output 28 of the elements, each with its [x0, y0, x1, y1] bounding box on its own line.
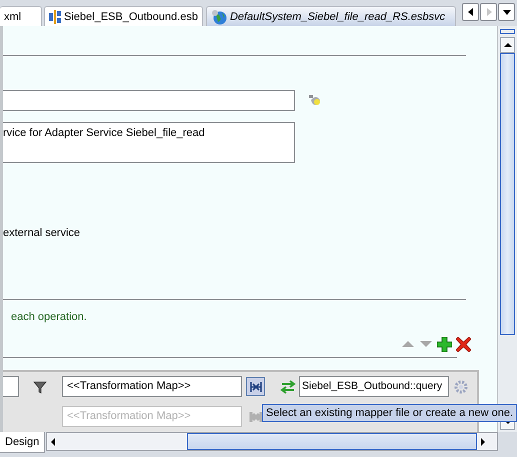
dropdown-button[interactable]	[498, 2, 515, 20]
scroll-thumb[interactable]	[500, 53, 515, 335]
editor-tab[interactable]: DefaultSystem_Siebel_file_read_RS.esbsvc	[206, 6, 456, 26]
add-icon[interactable]	[437, 336, 452, 352]
diagram-icon	[49, 10, 61, 24]
scroll-left-icon[interactable]	[49, 436, 58, 446]
editor-tab[interactable]: Siebel_ESB_Outbound.esb	[44, 6, 203, 26]
text-field[interactable]	[3, 90, 295, 111]
view-tab[interactable]: Design	[0, 432, 46, 453]
filter-icon[interactable]	[33, 380, 47, 394]
tooltip: Select an existing mapper file or create a new one.	[262, 404, 517, 422]
delete-icon[interactable]	[456, 336, 471, 352]
label-text: external service	[3, 227, 80, 239]
scroll-left-button[interactable]	[462, 2, 479, 20]
editor-tab[interactable]: xml	[0, 6, 42, 26]
transformation-field[interactable]: <<Transformation Map>>	[62, 376, 242, 397]
up-arrow-icon	[502, 41, 512, 49]
flashlight-icon	[308, 94, 322, 107]
mapper-icon	[248, 380, 262, 394]
scroll-thumb[interactable]	[187, 433, 478, 450]
filter-field[interactable]	[3, 376, 19, 397]
target-field[interactable]: Siebel_ESB_Outbound::query	[299, 376, 449, 397]
scroll-up-button[interactable]	[500, 37, 515, 53]
mapper-button[interactable]	[246, 377, 265, 396]
description-field[interactable]: rvice for Adapter Service Siebel_file_read	[3, 122, 295, 163]
hint-text: each operation.	[11, 311, 87, 323]
mapper-icon	[248, 410, 262, 424]
swap-arrows-icon	[280, 378, 296, 394]
